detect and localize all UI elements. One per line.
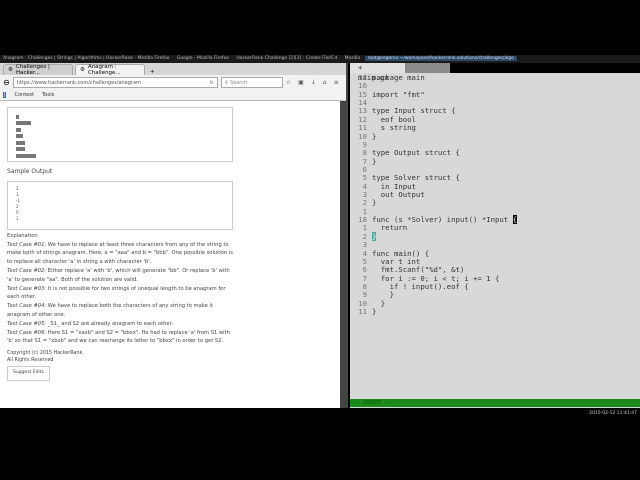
tab-bar: ⚙ Challenges | Hacker... ⚙ Anagram : Chall… <box>0 63 346 76</box>
search-icon: ⚲ <box>224 79 229 86</box>
sample-output-title: Sample Output <box>7 168 53 175</box>
sample-output-box: 3 1 -1 2 0 1 <box>7 180 233 230</box>
code-line: 11 s string <box>355 123 640 133</box>
code-area[interactable]: 17 package main 16 15 import "fmt" 14 13 type I… <box>350 73 640 316</box>
sample-input-box <box>7 107 233 162</box>
reload-icon[interactable]: ↻ <box>210 80 214 86</box>
code-text: return <box>372 223 408 233</box>
explanation-item: Test Case #04: We have to replace both t… <box>7 303 213 318</box>
suggest-edits-button[interactable]: Suggest Edits <box>7 366 50 381</box>
explanation-item: Test Case #02: Either replace 'a' with '… <box>7 267 230 283</box>
menu-icon[interactable]: ≡ <box>334 79 339 86</box>
code-line: 3 out Output <box>355 190 640 200</box>
code-line: 2} <box>355 198 640 208</box>
taskbar-item[interactable]: HackerRank Challenge [2][3] : Create Fil… <box>233 56 340 61</box>
explanation-item: Test Case #03: It is not possible for tw… <box>7 285 226 301</box>
clock: 2015-02-12 11:41:47 <box>589 411 637 416</box>
taskbar-item-active[interactable]: root@regenix:~/workspace/hackerrank.solu… <box>364 56 517 61</box>
taskbar-item[interactable]: Anagram : Challenges | Strings | Algorit… <box>0 56 172 61</box>
gear-icon: ⚙ <box>8 67 13 73</box>
explanation-item: Test Case #05: _S1_ and S2 are already a… <box>7 320 173 327</box>
explanation-item: Test Case #01: We have to replace at lea… <box>7 241 233 266</box>
code-text: } <box>372 307 377 317</box>
code-text: type Output struct { <box>372 148 460 158</box>
code-line: 9 } <box>355 290 640 299</box>
browser-window: ⚙ Challenges | Hacker... ⚙ Anagram : Chall… <box>0 63 348 408</box>
code-text: } <box>372 131 377 141</box>
editor-tabline: + main.go <box>350 63 640 82</box>
code-text: out Output <box>372 190 425 200</box>
status-bar: -- INSERT -- <box>350 399 640 407</box>
bookmark-context[interactable]: Context <box>14 92 34 98</box>
cursor: { <box>512 215 517 225</box>
vim-editor[interactable]: + main.go 17 package main 16 15 import "fmt"… <box>350 63 640 408</box>
search-input[interactable]: ⚲ Search <box>220 77 283 88</box>
code-text: } <box>372 198 377 208</box>
page-content: Sample Output 3 1 -1 2 0 1 Explanation T… <box>0 101 341 408</box>
taskbar: Anagram : Challenges | Strings | Algorit… <box>0 55 640 63</box>
code-line: 7} <box>355 156 640 166</box>
code-line: 17 package main <box>355 73 640 82</box>
url-field[interactable]: https://www.hackerrank.com/challenges/an… <box>12 77 218 88</box>
code-line: 11} <box>355 307 640 317</box>
code-text: } <box>372 156 377 166</box>
code-text: import "fmt" <box>372 89 425 99</box>
gear-icon: ⚙ <box>80 67 85 73</box>
code-text: } <box>372 231 377 241</box>
code-line: 10} <box>355 131 640 141</box>
taskbar-item[interactable]: Google - Mozilla Firefox <box>174 56 232 61</box>
search-placeholder: Search <box>229 79 248 86</box>
navigation-bar: ⊖ https://www.hackerrank.com/challenges/… <box>0 75 346 90</box>
copyright: Copyright (c) 2015 HackerRank. <box>7 351 84 357</box>
new-tab-button[interactable]: + <box>147 69 158 75</box>
explanation-item: Test Case #06: Here S1 = "xaxb" and S2 =… <box>7 329 230 345</box>
bookmark-tools[interactable]: Tools <box>42 92 54 98</box>
code-line: 8 if ! input().eof { <box>355 282 640 291</box>
rights: All Rights Reserved <box>7 358 54 364</box>
url-text: https://www.hackerrank.com/challenges/an… <box>16 79 141 86</box>
tab-anagram[interactable]: ⚙ Anagram : Challenge... <box>75 64 145 76</box>
tab-challenges[interactable]: ⚙ Challenges | Hacker... <box>3 64 73 76</box>
code-line: 2} <box>355 231 640 241</box>
home-icon[interactable]: ⌂ <box>323 79 327 86</box>
taskbar-item[interactable]: Mozilla <box>342 56 364 61</box>
code-text: s string <box>372 123 416 133</box>
tab-label: Anagram : Challenge... <box>87 64 121 76</box>
download-icon[interactable]: ↓ <box>311 79 316 86</box>
code-text: package main <box>372 73 425 82</box>
star-icon[interactable]: ☆ <box>286 79 291 86</box>
code-line: 15 import "fmt" <box>355 89 640 99</box>
bookmarks-bar: J Context Tools <box>0 90 346 101</box>
code-line: 10 } <box>355 299 640 308</box>
scrollbar[interactable] <box>340 101 346 408</box>
line-number: 11 <box>358 307 367 317</box>
bookmark-icon: J <box>3 92 7 98</box>
tab-main-go[interactable]: + main.go <box>350 63 405 82</box>
code-line: 8 type Output struct { <box>355 148 640 158</box>
back-icon[interactable]: ⊖ <box>3 78 10 87</box>
clipboard-icon[interactable]: ▣ <box>298 79 304 86</box>
tab-label: Challenges | Hacker... <box>15 64 50 76</box>
code-line: 1 return <box>355 223 640 233</box>
output-line: 1 <box>16 215 19 221</box>
explanation-title: Explanation <box>7 232 38 239</box>
